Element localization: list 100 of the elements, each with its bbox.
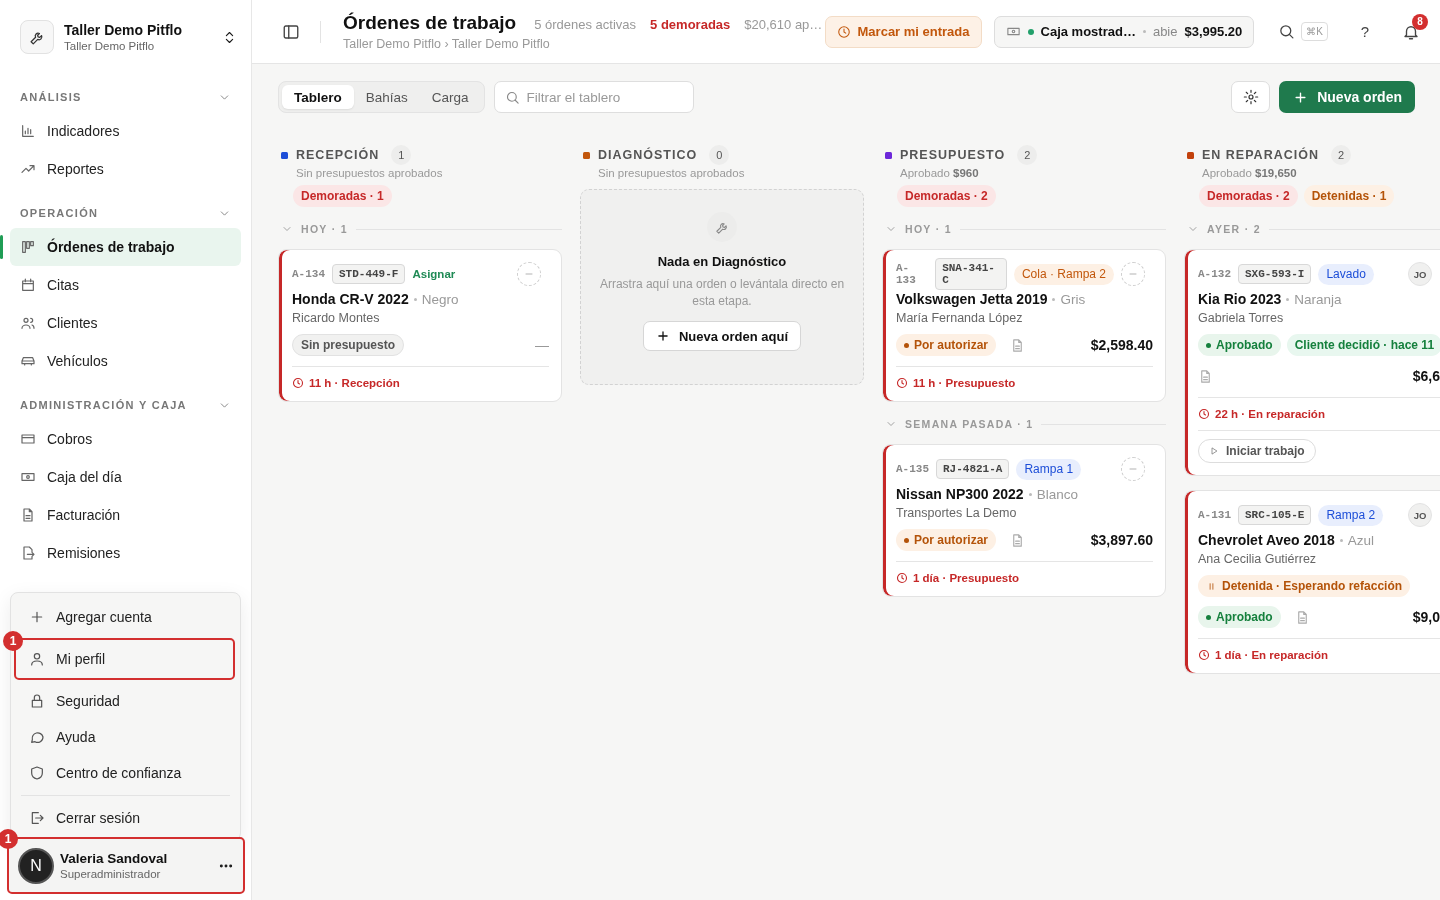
- vehicle-color: Blanco: [1036, 487, 1078, 502]
- filter-chip[interactable]: Detenidas · 1: [1303, 185, 1395, 207]
- license-plate: SXG-593-I: [1238, 264, 1312, 284]
- filter-chip[interactable]: Demoradas · 2: [1199, 185, 1298, 207]
- vehicle-color: Gris: [1060, 292, 1086, 307]
- vehicle-color: Azul: [1347, 533, 1374, 548]
- summary-stat: 5 órdenes activas: [534, 17, 637, 32]
- annotation-badge: 1: [0, 829, 18, 849]
- view-tab[interactable]: Tablero: [282, 85, 354, 109]
- nav-item[interactable]: Facturación: [10, 496, 241, 534]
- menu-item[interactable]: Seguridad: [15, 683, 236, 719]
- order-count: 1: [391, 145, 412, 165]
- order-total: —: [535, 337, 549, 353]
- order-count: 0: [709, 145, 730, 165]
- order-card[interactable]: A-133 SNA-341-C Cola · Rampa 2 Volkswagen Jetta 2019 Gris María Fernanda López Por autorizar $2,598.40 11 h · Presupuesto: [882, 249, 1166, 402]
- play-icon: [1209, 446, 1219, 456]
- shortcut-hint: ⌘K: [1301, 22, 1328, 41]
- menu-item[interactable]: Centro de confianza: [15, 755, 236, 791]
- order-number: A-134: [292, 268, 325, 280]
- status-pill: Cliente decidió · hace 11: [1286, 334, 1440, 356]
- order-number: A-133: [896, 262, 917, 286]
- column-title: DIAGNÓSTICO: [598, 148, 698, 162]
- nav-icon: [20, 315, 36, 331]
- column-title: EN REPARACIÓN: [1202, 148, 1319, 162]
- nav-icon: [20, 507, 36, 523]
- license-plate: SRC-105-E: [1238, 505, 1312, 525]
- queue-tag: Cola · Rampa 2: [1013, 263, 1114, 285]
- nav-item[interactable]: Clientes: [10, 304, 241, 342]
- vehicle-name: Volkswagen Jetta 2019: [896, 291, 1048, 307]
- empty-state-title: Nada en Diagnóstico: [657, 254, 787, 269]
- column-summary: Sin presupuestos aprobados: [597, 167, 746, 179]
- vehicle-name: Nissan NP300 2022: [896, 486, 1024, 502]
- empty-state-text: Arrastra aquí una orden o levántala directo en esta etapa.: [598, 276, 846, 310]
- clock-icon: [292, 377, 304, 389]
- section-heading: ANÁLISIS: [20, 91, 82, 103]
- nav-icon: [20, 431, 36, 447]
- vehicle-name: Kia Rio 2023: [1198, 291, 1282, 307]
- search-button[interactable]: [1278, 23, 1296, 40]
- column-summary: Aprobado $960: [899, 167, 980, 179]
- nav-item[interactable]: Citas: [10, 266, 241, 304]
- nav-item[interactable]: Caja del día: [10, 458, 241, 496]
- user-icon: [29, 651, 45, 667]
- status-pill: Por autorizar: [896, 334, 996, 356]
- help-button[interactable]: ?: [1350, 23, 1380, 40]
- notification-count: 8: [1412, 13, 1428, 30]
- nav-item[interactable]: Reportes: [10, 150, 241, 188]
- menu-item[interactable]: Cerrar sesión: [15, 800, 236, 836]
- clock-icon: [896, 572, 908, 584]
- bay-tag: Rampa 1: [1016, 458, 1082, 480]
- settings-button[interactable]: [1231, 81, 1271, 113]
- elapsed-time: 1 día · En reparación: [1215, 649, 1329, 661]
- new-order-button[interactable]: Nueva orden: [1279, 81, 1415, 113]
- nav-item[interactable]: Indicadores: [10, 112, 241, 150]
- customer-name: Gabriela Torres: [1198, 311, 1285, 325]
- filter-chip[interactable]: Demoradas · 1: [293, 185, 392, 207]
- elapsed-time: 11 h · Presupuesto: [913, 377, 1016, 389]
- shield-icon: [29, 765, 45, 781]
- user-role: Superadministrador: [60, 868, 162, 880]
- nav-icon: [20, 123, 36, 139]
- filter-chip[interactable]: Demoradas · 2: [897, 185, 996, 207]
- vehicle-color: Negro: [421, 292, 459, 307]
- status-pill: Sin presupuesto: [292, 334, 404, 356]
- nav-item[interactable]: Cobros: [10, 420, 241, 458]
- view-tab[interactable]: Carga: [419, 85, 481, 109]
- bay-tag: Rampa 2: [1318, 504, 1384, 526]
- clock-icon: [896, 377, 908, 389]
- status-pill: Aprobado: [1198, 334, 1281, 356]
- filter-field[interactable]: Filtrar el tablero: [493, 81, 694, 113]
- clock-in-button[interactable]: Marcar mi entrada: [824, 15, 982, 48]
- order-card[interactable]: A-134 STD-449-F Asignar Honda CR-V 2022 Negro Ricardo Montes Sin presupuesto — 11 h · Recepción: [278, 249, 562, 402]
- order-card[interactable]: A-132 SXG-593-I Lavado JO Kia Rio 2023 Naranja Gabriela Torres Aprobado Cliente decidió · hace 11 $6,6 22 h · En reparación Iniciar trabajo: [1184, 249, 1440, 476]
- clock-icon: [836, 24, 851, 39]
- order-card[interactable]: A-135 RJ-4821-A Rampa 1 Nissan NP300 2022 Blanco Transportes La Demo Por autorizar $3,897.60 1 día · Presupuesto: [882, 444, 1166, 597]
- annotation-badge: 1: [3, 631, 23, 651]
- cash-register-button[interactable]: Caja mostrad… abie $3,995.20: [993, 15, 1255, 48]
- column-summary: Sin presupuestos aprobados: [295, 167, 444, 179]
- license-plate: SNA-341-C: [935, 258, 1007, 290]
- license-plate: RJ-4821-A: [936, 459, 1010, 479]
- logout-icon: [29, 810, 45, 826]
- user-avatar: N: [18, 847, 54, 884]
- group-label: AYER · 2: [1207, 223, 1261, 235]
- elapsed-time: 1 día · Presupuesto: [913, 572, 1020, 584]
- order-card[interactable]: A-131 SRC-105-E Rampa 2 JO Chevrolet Aveo 2018 Azul Ana Cecilia Gutiérrez Detenida · Esperando refacción Aprobado $9,0 1 día · En reparación: [1184, 490, 1440, 674]
- order-total: $2,598.40: [1090, 337, 1153, 353]
- assign-link[interactable]: Asignar: [412, 268, 456, 280]
- new-order-here-button[interactable]: Nueva orden aquí: [642, 321, 802, 351]
- menu-item[interactable]: Ayuda: [15, 719, 236, 755]
- summary-stat: 5 demoradas: [650, 17, 731, 32]
- nav-icon: [20, 277, 36, 293]
- group-label: HOY · 1: [905, 223, 952, 235]
- order-count: 2: [1017, 145, 1038, 165]
- search-icon: [504, 90, 520, 105]
- nav-item[interactable]: Vehículos: [10, 342, 241, 380]
- view-tab[interactable]: Bahías: [353, 85, 420, 109]
- group-label: SEMANA PASADA · 1: [905, 418, 1034, 430]
- order-total: $3,897.60: [1090, 532, 1153, 548]
- status-pill: Por autorizar: [896, 529, 996, 551]
- nav-item[interactable]: Remisiones: [10, 534, 241, 572]
- search-icon: [1278, 23, 1296, 40]
- clock-icon: [1198, 408, 1210, 420]
